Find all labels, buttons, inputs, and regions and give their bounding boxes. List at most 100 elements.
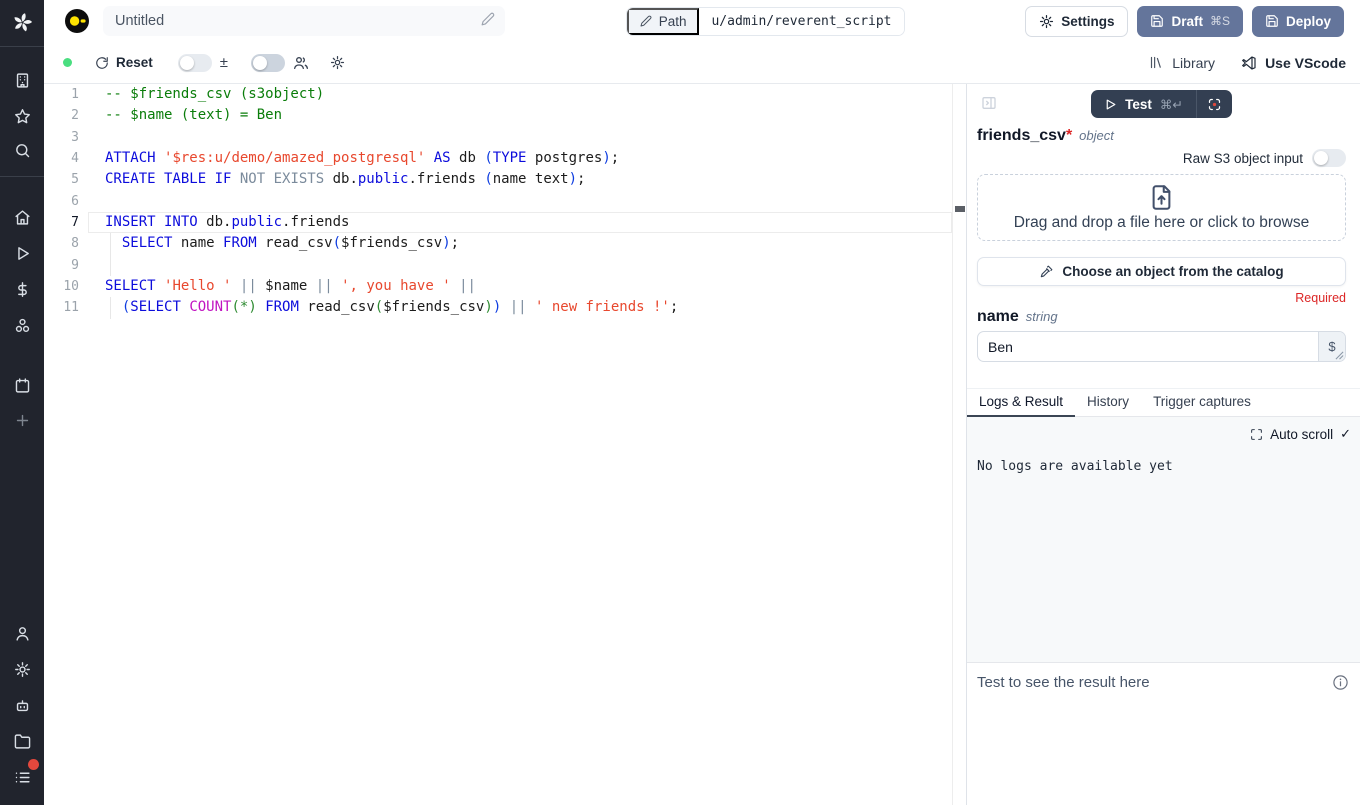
runs-play-icon[interactable] bbox=[0, 237, 44, 269]
resources-icon[interactable] bbox=[0, 309, 44, 341]
script-title: Untitled bbox=[115, 13, 164, 29]
code-line[interactable]: 4ATTACH '$res:u/demo/amazed_postgresql' … bbox=[44, 148, 952, 169]
user-icon[interactable] bbox=[0, 617, 44, 649]
collapse-panel-icon[interactable] bbox=[981, 95, 997, 111]
line-content: SELECT 'Hello ' || $name || ', you have … bbox=[88, 276, 952, 297]
library-button[interactable]: Library bbox=[1149, 55, 1215, 71]
editor-overview-ruler[interactable] bbox=[952, 84, 966, 805]
code-line[interactable]: 8 SELECT name FROM read_csv($friends_csv… bbox=[44, 233, 952, 254]
test-label: Test bbox=[1125, 97, 1152, 112]
edit-title-pencil-icon[interactable] bbox=[481, 12, 495, 30]
audit-list-icon[interactable] bbox=[0, 761, 44, 793]
field-type: object bbox=[1079, 128, 1114, 143]
code-line[interactable]: 6 bbox=[44, 191, 952, 212]
required-hint: Required bbox=[977, 291, 1346, 305]
multiplayer-toggle[interactable] bbox=[251, 54, 285, 72]
workspace-icon[interactable] bbox=[0, 64, 44, 96]
code-line[interactable]: 1-- $friends_csv (s3object) bbox=[44, 84, 952, 105]
windmill-logo-icon[interactable] bbox=[0, 6, 44, 38]
result-placeholder: Test to see the result here bbox=[977, 674, 1150, 691]
code-line[interactable]: 10SELECT 'Hello ' || $name || ', you hav… bbox=[44, 276, 952, 297]
deploy-button[interactable]: Deploy bbox=[1252, 6, 1344, 37]
raw-s3-toggle[interactable] bbox=[1312, 149, 1346, 167]
line-number: 3 bbox=[44, 127, 88, 148]
schedules-calendar-icon[interactable] bbox=[0, 369, 44, 401]
line-number: 7 bbox=[44, 212, 88, 233]
sidebar bbox=[0, 0, 44, 805]
script-title-field[interactable]: Untitled bbox=[103, 6, 505, 36]
favorites-star-icon[interactable] bbox=[0, 100, 44, 132]
refresh-icon bbox=[95, 56, 109, 70]
info-icon[interactable] bbox=[1332, 674, 1349, 691]
tab-history[interactable]: History bbox=[1075, 389, 1141, 416]
code-line[interactable]: 5CREATE TABLE IF NOT EXISTS db.public.fr… bbox=[44, 169, 952, 190]
code-line[interactable]: 7INSERT INTO db.public.friends bbox=[44, 212, 952, 233]
diff-toggle[interactable] bbox=[178, 54, 212, 72]
tab-logs-result[interactable]: Logs & Result bbox=[967, 389, 1075, 416]
line-number: 2 bbox=[44, 105, 88, 126]
home-icon[interactable] bbox=[0, 201, 44, 233]
editor-settings-gear-icon[interactable] bbox=[330, 55, 345, 70]
path-value[interactable]: u/admin/reverent_script bbox=[699, 8, 903, 35]
search-icon[interactable] bbox=[0, 134, 44, 166]
reset-label: Reset bbox=[116, 55, 153, 70]
capture-test-icon[interactable] bbox=[1197, 90, 1232, 118]
plus-minus-icon[interactable]: ± bbox=[220, 54, 228, 71]
eyedropper-icon bbox=[1039, 265, 1053, 279]
settings-gear-icon[interactable] bbox=[0, 653, 44, 685]
line-number: 1 bbox=[44, 84, 88, 105]
line-number: 11 bbox=[44, 297, 88, 318]
auto-scroll-control[interactable]: Auto scroll ✓ bbox=[977, 426, 1351, 442]
line-number: 6 bbox=[44, 191, 88, 212]
check-icon: ✓ bbox=[1340, 426, 1351, 442]
line-content: -- $name (text) = Ben bbox=[88, 105, 952, 126]
code-lines: 1-- $friends_csv (s3object)2-- $name (te… bbox=[44, 84, 952, 319]
cursor-position-marker bbox=[955, 206, 965, 212]
pencil-icon bbox=[640, 15, 652, 27]
code-line[interactable]: 3 bbox=[44, 127, 952, 148]
tab-trigger-captures[interactable]: Trigger captures bbox=[1141, 389, 1263, 416]
folders-icon[interactable] bbox=[0, 725, 44, 757]
line-content: SELECT name FROM read_csv($friends_csv); bbox=[88, 233, 952, 254]
required-asterisk: * bbox=[1066, 127, 1072, 144]
code-line[interactable]: 2-- $name (text) = Ben bbox=[44, 105, 952, 126]
auto-scroll-label: Auto scroll bbox=[1270, 427, 1333, 442]
line-number: 8 bbox=[44, 233, 88, 254]
upload-file-icon bbox=[1148, 184, 1175, 211]
status-dot bbox=[63, 58, 72, 67]
line-content: ATTACH '$res:u/demo/amazed_postgresql' A… bbox=[88, 148, 952, 169]
name-input[interactable] bbox=[977, 331, 1346, 362]
choose-object-button[interactable]: Choose an object from the catalog bbox=[977, 257, 1346, 286]
path-label: Path bbox=[659, 14, 687, 29]
app-window: Untitled Path u/admin/reverent_script Se… bbox=[0, 0, 1360, 805]
add-plus-icon[interactable] bbox=[0, 404, 44, 436]
field-type: string bbox=[1026, 309, 1058, 324]
line-number: 4 bbox=[44, 148, 88, 169]
ai-robot-icon[interactable] bbox=[0, 689, 44, 721]
settings-button[interactable]: Settings bbox=[1025, 6, 1128, 37]
line-content bbox=[88, 127, 952, 148]
line-content: (SELECT COUNT(*) FROM read_csv($friends_… bbox=[88, 297, 952, 318]
library-icon bbox=[1149, 55, 1164, 70]
field-name-header: name string bbox=[977, 308, 1346, 326]
vscode-icon bbox=[1241, 55, 1257, 71]
choose-object-label: Choose an object from the catalog bbox=[1062, 264, 1283, 279]
field-name: name bbox=[977, 308, 1019, 326]
users-icon bbox=[293, 55, 309, 71]
code-line[interactable]: 11 (SELECT COUNT(*) FROM read_csv($frien… bbox=[44, 297, 952, 318]
path-edit-button[interactable]: Path bbox=[627, 8, 700, 35]
use-vscode-button[interactable]: Use VScode bbox=[1241, 55, 1346, 71]
resize-grip[interactable] bbox=[1335, 351, 1344, 360]
code-line[interactable]: 9 bbox=[44, 255, 952, 276]
sidebar-divider bbox=[0, 46, 44, 47]
dropzone-label: Drag and drop a file here or click to br… bbox=[1014, 214, 1310, 232]
topbar: Untitled Path u/admin/reverent_script Se… bbox=[44, 0, 1360, 42]
variables-dollar-icon[interactable] bbox=[0, 273, 44, 305]
file-dropzone[interactable]: Drag and drop a file here or click to br… bbox=[977, 174, 1346, 241]
reset-button[interactable]: Reset bbox=[95, 55, 153, 70]
expand-icon[interactable] bbox=[1250, 428, 1263, 441]
test-button[interactable]: Test ⌘↵ bbox=[1091, 90, 1196, 118]
code-editor[interactable]: 1-- $friends_csv (s3object)2-- $name (te… bbox=[44, 84, 966, 805]
indent-guide bbox=[110, 255, 111, 276]
draft-button[interactable]: Draft ⌘S bbox=[1137, 6, 1243, 37]
